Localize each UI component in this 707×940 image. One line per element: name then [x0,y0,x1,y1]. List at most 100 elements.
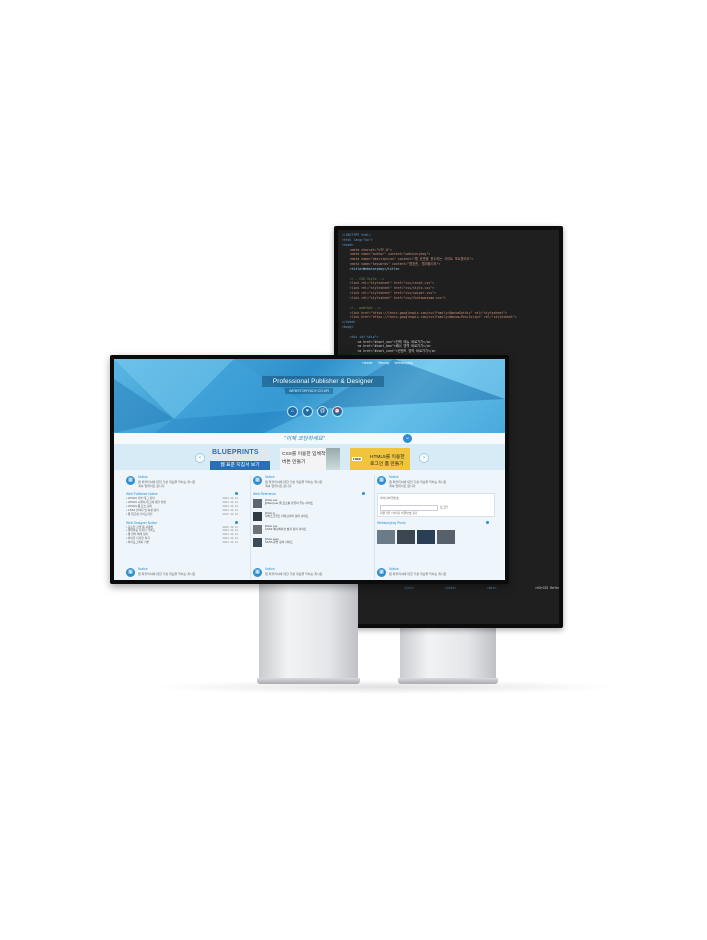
reference-list: jhfwLi.cas jjhfwLi.jsss 웹 요소를 만들어 주는 사이트 j… [253,498,371,548]
reference-thumbnail [253,512,262,521]
login-form: 아이디/비밀번호 로그인 회원가입 / 아이디 비밀번호 찾기 [377,493,495,517]
code-lines-bottom: </ul> </div> <div> <h3>CSS Reference</h3… [366,586,559,591]
code-line: <link href="https://fonts.googleapis.com… [342,315,517,320]
photo-thumbnail[interactable] [437,530,455,544]
hero-header: Header Sitemap Webstoryboy Professional … [114,359,505,433]
code-line: <h3>CSS Reference</h3> [534,586,559,590]
notice-title: Notice [389,567,399,571]
grid-icon: ▦ [377,476,386,485]
nav-item-webstoryboy[interactable]: Webstoryboy [394,361,413,365]
banner-line1: HTML5를 이용한 [370,455,405,460]
more-icon[interactable] [235,492,238,495]
column-1: ▦ Notice 웹 퍼블리셔에 대한 기본 개념을 익히는 게시판 계속 업데… [126,475,244,579]
chevron-down-icon[interactable]: ⌄ [403,434,412,443]
column-2: ▦ Notice 웹 퍼블리셔에 대한 기본 개념을 익히는 게시판 계속 업데… [250,475,371,579]
reference-text: jhfwLi.cas jjhfwLi.jsss 웹 요소를 만들어 주는 사이트 [265,498,314,509]
notice-text: 웹 퍼블리셔에 대한 기본 개념을 익히는 게시판 [265,572,323,576]
hero-subtitle: WEBSTORYBOY.CO.KR [285,388,333,394]
code-line: </ul> [366,586,414,590]
reference-desc: jjhfwLi.jsss 웹 요소를 만들어 주는 사이트 [265,501,314,506]
at-icon[interactable]: @ [317,406,328,417]
prev-arrow-icon[interactable]: ‹ [195,453,205,463]
reference-desc: 자바스크립트 라이브러리 정리 사이트 [265,514,309,519]
notice-block[interactable]: ▦ Notice 웹 퍼블리셔에 대한 기본 개념을 익히는 게시판 계속 업데… [126,475,244,488]
banner-line1: CSS를 이용한 입체적인 [282,452,330,457]
banner-css-button[interactable]: CSS를 이용한 입체적인 버튼 만들기 [280,448,340,470]
login-button[interactable]: 로그인 [440,505,448,509]
grid-icon: ▦ [253,568,262,577]
list-item-text: • 웹 접근성 가이드라인 [126,511,153,516]
reference-desc: CSS3 애니메이션 효과 정리 사이트 [265,527,307,532]
banner-slider: ‹ BLUEPRINTS 웹 표준 지침서 보기 CSS를 이용한 입체적인 버… [114,444,505,470]
banner-line2: 로그인 폼 만들기 [370,462,404,467]
photo-gallery [377,530,495,544]
banner-tag: FREE [352,457,363,461]
banner-line2: 버튼 만들기 [282,460,306,465]
reference-thumbnail [253,538,262,547]
section-title: Webstoryboy Photo [377,521,495,525]
heart-icon[interactable]: ♥ [302,406,313,417]
notice-text-2: 계속 업데이트 됩니다. [389,484,417,488]
list-item-date: 2023. 10. 12 [222,540,238,545]
notice-text-2: 계속 업데이트 됩니다. [138,484,166,488]
more-icon[interactable] [486,521,489,524]
banner-html5-login[interactable]: FREE HTML5를 이용한 로그인 폼 만들기 [350,448,410,470]
notice-list-publisher: • HTML5 기본 태그 정리 2023. 10. 12 • HTML5 시맨틱 … [126,496,244,517]
tagline: "이제 코딩하세요" [284,436,325,442]
column-3: ▦ Notice 웹 퍼블리셔에 대한 기본 개념을 익히는 게시판 계속 업데… [374,475,495,579]
code-line: </div> [413,586,457,590]
banner-title: BLUEPRINTS [212,449,259,456]
section-title: Web Reference [253,492,371,496]
notice-text-2: 계속 업데이트 됩니다. [265,484,293,488]
floor-shadow [150,680,620,694]
notice-block[interactable]: ▦ Notice 웹 퍼블리셔에 대한 기본 개념을 익히는 게시판 계속 업데… [253,475,371,488]
notice-title: Notice [265,475,275,479]
grid-icon: ▦ [126,476,135,485]
more-icon[interactable] [362,492,365,495]
list-item[interactable]: • 타이포그래피 기본 2023. 10. 12 [126,540,244,545]
notice-list-designer: • 포토샵 기본 툴 사용법 2023. 10. 12 • 레이아웃 디자인 가이드… [126,525,244,546]
notice-title: Notice [265,567,275,571]
banner-caption: 웹 표준 지침서 보기 [210,461,270,470]
list-item[interactable]: • 웹 접근성 가이드라인 2023. 10. 12 [126,511,244,517]
notice-text: 웹 퍼블리셔에 대한 기본 개념을 익히는 게시판 [389,572,447,576]
front-monitor: Header Sitemap Webstoryboy Professional … [110,355,509,584]
hero-icon-row: ⌂ ♥ @ ⏰ [287,406,343,417]
top-nav: Header Sitemap Webstoryboy [362,361,413,365]
banner-blueprints[interactable]: BLUEPRINTS 웹 표준 지침서 보기 [210,448,270,470]
more-icon[interactable] [235,520,238,524]
list-item-date: 2023. 10. 12 [222,511,238,516]
code-lines-top: <!DOCTYPE html> <html lang="ko"> <head> <m… [342,233,517,364]
reference-desc: SASS 문법 정리 사이트 [265,540,293,545]
photo-thumbnail[interactable] [417,530,435,544]
reference-text: jhfwLi.css CSS3 애니메이션 효과 정리 사이트 [265,524,307,535]
reference-item[interactable]: jhfwLi.css CSS3 애니메이션 효과 정리 사이트 [253,524,371,535]
reference-item[interactable]: jhfwLi.cas jjhfwLi.jsss 웹 요소를 만들어 주는 사이트 [253,498,371,509]
section-title-text: Web Reference [253,492,276,496]
back-monitor-foot [398,678,498,684]
alarm-icon[interactable]: ⏰ [332,406,343,417]
notice-title: Notice [138,567,148,571]
nav-item-sitemap[interactable]: Sitemap [378,361,390,365]
grid-icon: ▦ [253,476,262,485]
home-icon[interactable]: ⌂ [287,406,298,417]
list-item-text: • 타이포그래피 기본 [126,540,150,545]
reference-item[interactable]: jhfwLi.sass SASS 문법 정리 사이트 [253,537,371,548]
content-columns: ▦ Notice 웹 퍼블리셔에 대한 기본 개념을 익히는 게시판 계속 업데… [114,470,505,580]
login-label: 아이디/비밀번호 [380,496,399,500]
grid-icon: ▦ [126,568,135,577]
nav-item-header[interactable]: Header [362,361,372,365]
notice-block[interactable]: ▦ Notice 웹 퍼블리셔에 대한 기본 개념을 익히는 게시판 계속 업데… [377,475,495,488]
photo-thumbnail[interactable] [397,530,415,544]
photo-thumbnail[interactable] [377,530,395,544]
reference-item[interactable]: jhfwLi.js 자바스크립트 라이브러리 정리 사이트 [253,511,371,522]
next-arrow-icon[interactable]: › [419,453,429,463]
notice-title: Notice [389,475,399,479]
login-links[interactable]: 회원가입 / 아이디 비밀번호 찾기 [380,511,417,515]
reference-thumbnail [253,525,262,534]
tagline-bar: "이제 코딩하세요" ⌄ [114,433,505,444]
notice-text: 웹 퍼블리셔에 대한 기본 개념을 익히는 게시판 [138,572,196,576]
reference-thumbnail [253,499,262,508]
front-monitor-stand [259,584,358,680]
grid-icon: ▦ [377,568,386,577]
